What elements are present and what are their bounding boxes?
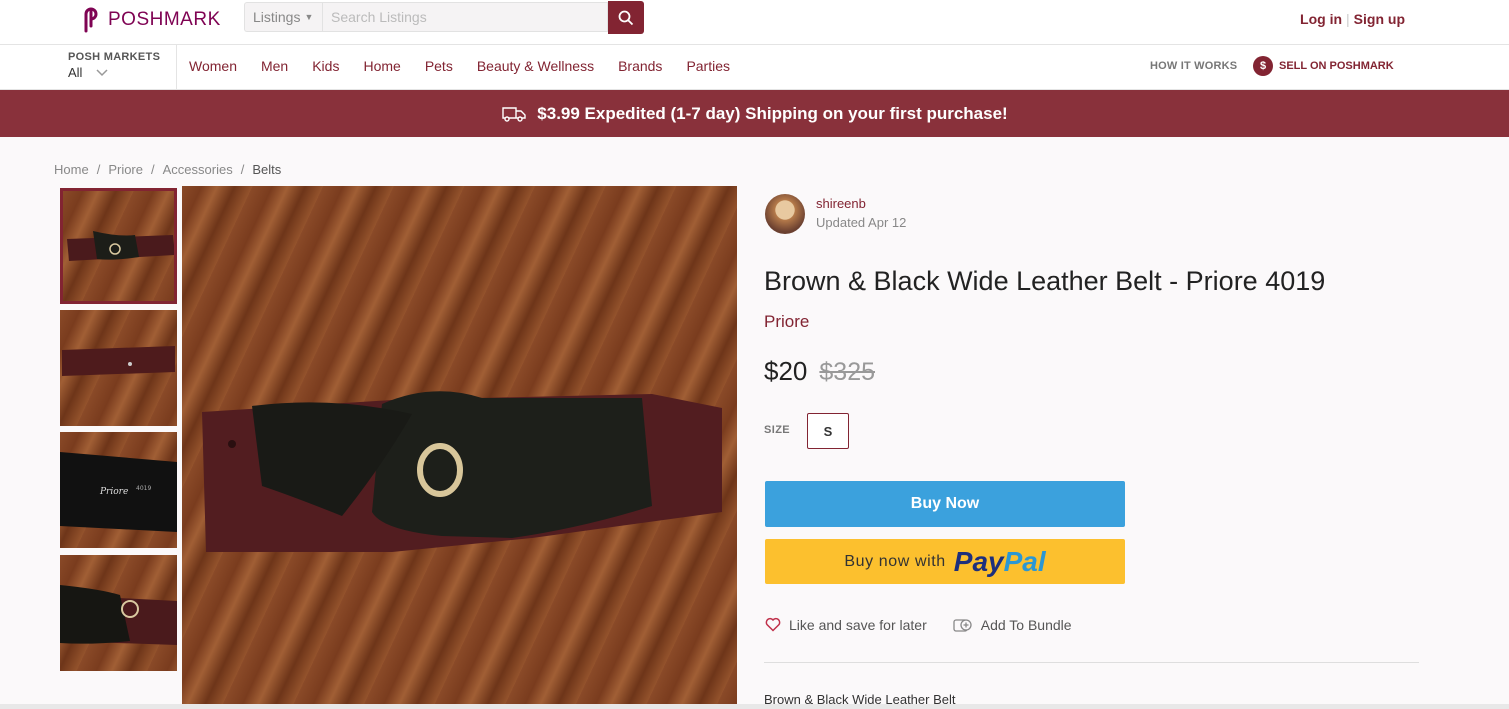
original-price: $325 [819, 358, 876, 386]
thumbnail-2[interactable] [60, 310, 177, 426]
breadcrumb: Home / Priore / Accessories / Belts [54, 162, 281, 177]
breadcrumb-separator: / [96, 162, 101, 177]
breadcrumb-home[interactable]: Home [54, 162, 89, 177]
nav-divider [176, 45, 177, 89]
shipping-promo-banner[interactable]: $3.99 Expedited (1-7 day) Shipping on yo… [0, 90, 1509, 137]
add-to-bundle-button[interactable]: Add To Bundle [953, 616, 1072, 633]
breadcrumb-accessories[interactable]: Accessories [163, 162, 233, 177]
belt-photo-thumbnail [67, 231, 174, 261]
main-product-image[interactable] [182, 186, 737, 704]
paypal-logo: PayPal [954, 546, 1046, 578]
nav-item-pets[interactable]: Pets [425, 58, 453, 74]
signup-link[interactable]: Sign up [1354, 11, 1405, 27]
listing-actions: Like and save for later Add To Bundle [765, 616, 1072, 633]
auth-links: Log in | Sign up [1300, 11, 1405, 27]
dollar-icon: $ [1253, 56, 1273, 76]
delivery-truck-icon [502, 106, 526, 122]
nav-item-home[interactable]: Home [363, 58, 400, 74]
like-button[interactable]: Like and save for later [765, 616, 927, 633]
like-label: Like and save for later [789, 616, 927, 633]
svg-text:4019: 4019 [136, 485, 151, 492]
chevron-down-icon [96, 68, 108, 76]
breadcrumb-belts[interactable]: Belts [252, 162, 281, 177]
posh-markets-label: POSH MARKETS [68, 51, 161, 63]
paypal-logo-part-1: Pay [953, 545, 1004, 577]
heart-icon [765, 617, 781, 632]
paypal-buy-button[interactable]: Buy now with PayPal [765, 539, 1125, 584]
horizontal-scrollbar[interactable] [0, 704, 1509, 709]
search-bar: Listings ▼ Search Listings [244, 1, 644, 34]
posh-markets-value: All [68, 65, 83, 80]
seller-info: shireenb Updated Apr 12 [765, 194, 906, 234]
belt-photo [202, 391, 722, 552]
top-header: POSHMARK Listings ▼ Search Listings Log … [0, 0, 1509, 45]
nav-item-beauty-wellness[interactable]: Beauty & Wellness [477, 58, 594, 74]
size-label: SIZE [764, 424, 791, 436]
price-block: $20 $325 [764, 356, 875, 387]
sell-label: SELL ON POSHMARK [1279, 60, 1394, 72]
nav-item-men[interactable]: Men [261, 58, 288, 74]
paypal-logo-part-2: Pal [1003, 545, 1046, 577]
nav-items: Women Men Kids Home Pets Beauty & Wellne… [189, 58, 730, 74]
breadcrumb-priore[interactable]: Priore [108, 162, 143, 177]
svg-text:Priore: Priore [99, 487, 128, 497]
avatar[interactable] [765, 194, 805, 234]
logo-text: POSHMARK [108, 9, 221, 30]
thumbnail-3[interactable]: Priore 4019 [60, 432, 177, 548]
breadcrumb-separator: / [151, 162, 155, 177]
login-link[interactable]: Log in [1300, 11, 1342, 27]
paypal-button-label: Buy now with [844, 552, 946, 570]
banner-text: $3.99 Expedited (1-7 day) Shipping on yo… [537, 103, 1008, 123]
listing-updated-date: Updated Apr 12 [816, 215, 907, 230]
search-icon [618, 10, 634, 25]
search-input[interactable]: Search Listings [322, 2, 608, 32]
search-button[interactable] [608, 1, 644, 34]
nav-item-women[interactable]: Women [189, 58, 237, 74]
how-it-works-link[interactable]: HOW IT WORKS [1150, 60, 1237, 72]
search-category-select[interactable]: Listings ▼ [244, 2, 322, 32]
section-divider [764, 662, 1419, 663]
listing-title: Brown & Black Wide Leather Belt - Priore… [764, 266, 1326, 296]
size-option[interactable]: S [807, 413, 849, 449]
poshmark-p-icon [84, 7, 98, 33]
breadcrumb-separator: / [240, 162, 245, 177]
bundle-icon [953, 619, 972, 632]
posh-markets-selector[interactable]: POSH MARKETS All [68, 51, 160, 80]
listing-brand-link[interactable]: Priore [764, 312, 809, 332]
auth-separator: | [1346, 11, 1350, 27]
seller-username[interactable]: shireenb [816, 196, 906, 211]
poshmark-logo[interactable]: POSHMARK [80, 6, 221, 34]
category-nav: POSH MARKETS All Women Men Kids Home Pet… [0, 45, 1509, 90]
nav-item-parties[interactable]: Parties [686, 58, 730, 74]
sell-on-poshmark-link[interactable]: $ SELL ON POSHMARK [1253, 56, 1394, 76]
thumbnail-1[interactable] [60, 188, 177, 304]
bundle-label: Add To Bundle [980, 616, 1072, 633]
belt-photo-thumbnail [60, 585, 177, 645]
caret-down-icon: ▼ [304, 12, 314, 22]
belt-photo-thumbnail: Priore 4019 [60, 452, 177, 532]
buy-now-button[interactable]: Buy Now [765, 481, 1125, 527]
nav-item-brands[interactable]: Brands [618, 58, 662, 74]
listing-price: $20 [764, 356, 808, 386]
nav-item-kids[interactable]: Kids [312, 58, 339, 74]
thumbnail-4[interactable] [60, 555, 177, 671]
search-category-label: Listings [253, 9, 301, 25]
belt-photo-thumbnail [62, 346, 175, 376]
